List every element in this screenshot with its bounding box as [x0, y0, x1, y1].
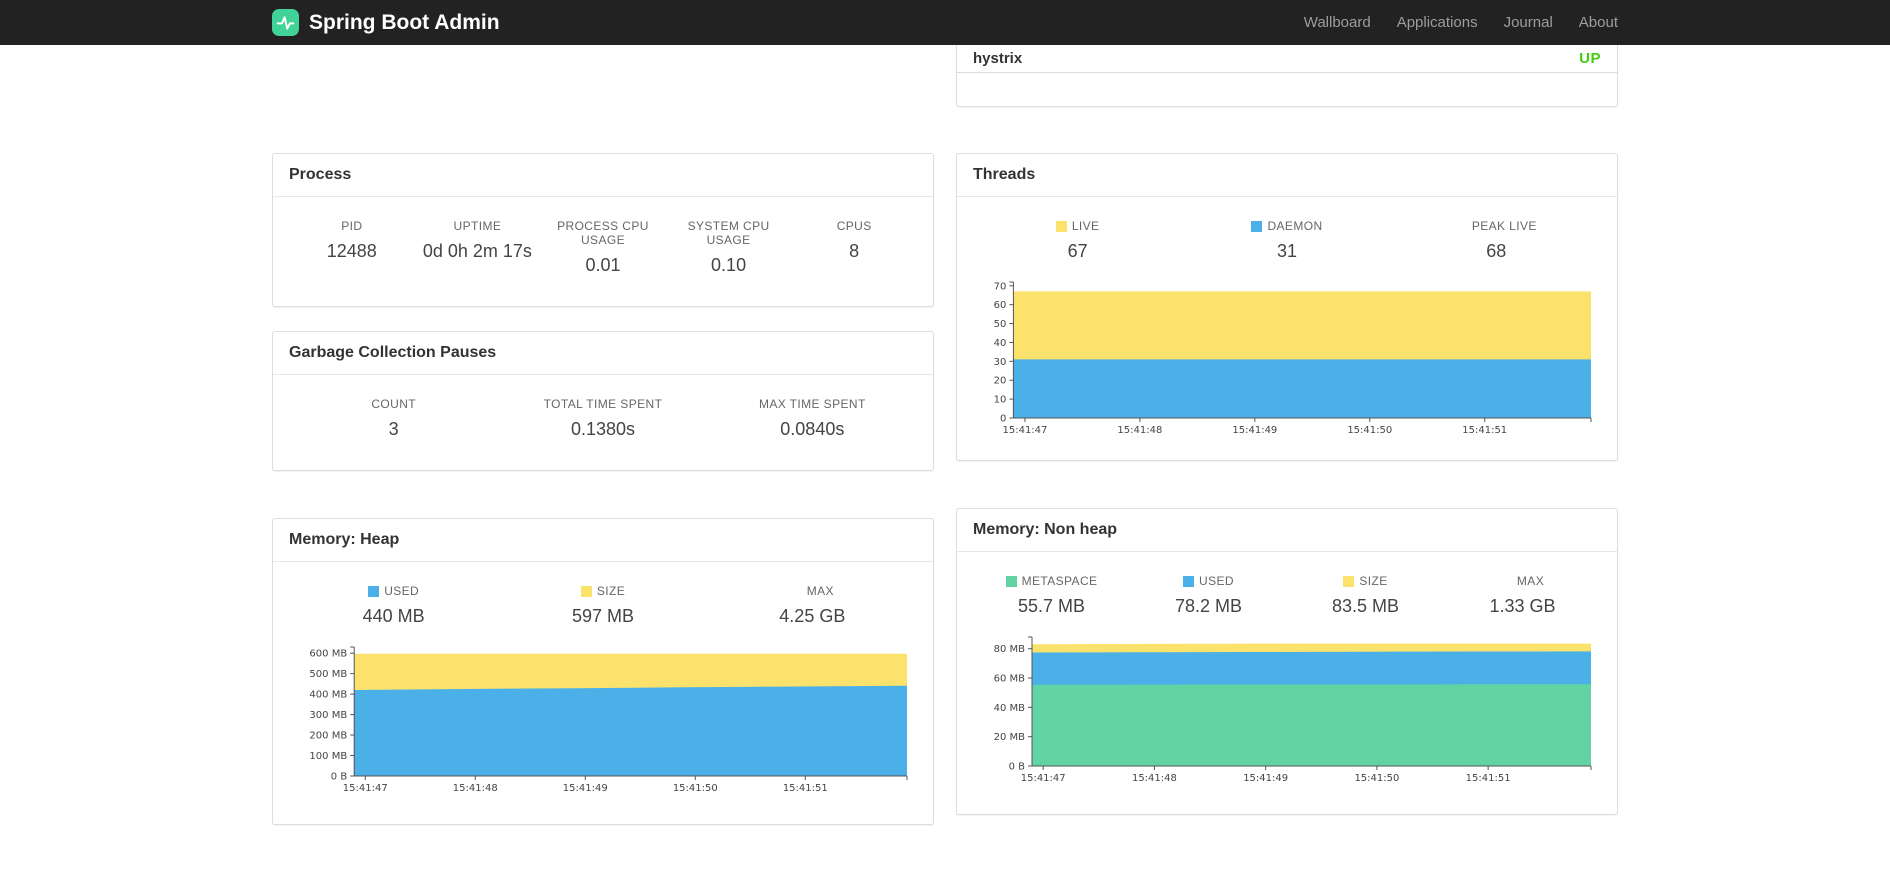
process-stats: PID 12488 UPTIME 0d 0h 2m 17s PROCESS CP… — [273, 197, 933, 306]
status-badge: UP — [1579, 50, 1601, 67]
threads-daemon-swatch-icon — [1251, 220, 1263, 232]
stat-nonheap-size: SIZE 83.5 MB — [1331, 574, 1400, 616]
svg-text:0 B: 0 B — [331, 772, 348, 783]
svg-text:15:41:50: 15:41:50 — [1354, 773, 1399, 784]
svg-text:100 MB: 100 MB — [309, 751, 347, 762]
gc-panel: Garbage Collection Pauses COUNT 3 TOTAL … — [272, 331, 934, 471]
svg-text:15:41:49: 15:41:49 — [1243, 773, 1288, 784]
service-name: hystrix — [973, 50, 1023, 67]
svg-text:70: 70 — [994, 281, 1007, 292]
stat-heap-max: MAX 4.25 GB — [779, 584, 846, 626]
memory-nonheap-chart: 0 B 20 MB 40 MB 60 MB 80 MB 15:41:47 15:41:48 1… — [973, 631, 1601, 786]
svg-text:15:41:48: 15:41:48 — [453, 783, 498, 794]
stat-heap-size: SIZE 597 MB — [571, 584, 635, 626]
svg-text:0 B: 0 B — [1009, 762, 1026, 773]
stat-nonheap-used: USED 78.2 MB — [1174, 574, 1243, 616]
threads-panel-title: Threads — [957, 154, 1617, 197]
svg-text:40: 40 — [994, 338, 1007, 349]
brand-link[interactable]: Spring Boot Admin — [272, 9, 500, 36]
svg-text:15:41:49: 15:41:49 — [563, 783, 608, 794]
left-column: Process PID 12488 UPTIME 0d 0h 2m 17s PR… — [272, 45, 934, 849]
stat-nonheap-max: MAX 1.33 GB — [1489, 574, 1556, 616]
svg-text:30: 30 — [994, 357, 1007, 368]
gc-panel-title: Garbage Collection Pauses — [273, 332, 933, 375]
threads-panel: Threads LIVE 67 DAEMON 31 PEAK LIVE 68 0… — [956, 153, 1618, 461]
svg-text:300 MB: 300 MB — [309, 710, 347, 721]
svg-text:15:41:49: 15:41:49 — [1232, 425, 1277, 436]
health-panel-spacer — [957, 73, 1617, 106]
svg-text:40 MB: 40 MB — [994, 703, 1026, 714]
svg-text:15:41:50: 15:41:50 — [1347, 425, 1392, 436]
svg-text:600 MB: 600 MB — [309, 649, 347, 660]
memory-nonheap-panel: Memory: Non heap METASPACE 55.7 MB USED … — [956, 508, 1618, 815]
process-panel: Process PID 12488 UPTIME 0d 0h 2m 17s PR… — [272, 153, 934, 307]
svg-text:500 MB: 500 MB — [309, 669, 347, 680]
page-content: Process PID 12488 UPTIME 0d 0h 2m 17s PR… — [272, 0, 1618, 849]
stat-uptime: UPTIME 0d 0h 2m 17s — [422, 219, 532, 261]
health-row-hystrix: hystrix UP — [957, 45, 1617, 73]
svg-text:60: 60 — [994, 300, 1007, 311]
svg-text:200 MB: 200 MB — [309, 731, 347, 742]
memory-heap-panel: Memory: Heap USED 440 MB SIZE 597 MB MAX… — [272, 518, 934, 825]
gc-stats: COUNT 3 TOTAL TIME SPENT 0.1380s MAX TIM… — [273, 375, 933, 470]
nonheap-size-swatch-icon — [1343, 575, 1355, 587]
nav-links: Wallboard Applications Journal About — [1291, 14, 1618, 31]
svg-text:15:41:51: 15:41:51 — [783, 783, 828, 794]
stat-threads-peak-live: PEAK LIVE 68 — [1471, 219, 1537, 261]
svg-text:20 MB: 20 MB — [994, 732, 1026, 743]
stat-process-cpu-usage: PROCESS CPU USAGE 0.01 — [557, 219, 649, 275]
svg-text:0: 0 — [1000, 414, 1006, 425]
threads-chart: 0 10 20 30 40 50 60 70 15:41:47 15:41:48 15:41:49 1… — [973, 276, 1601, 438]
nav-item-applications[interactable]: Applications — [1384, 14, 1491, 31]
svg-text:400 MB: 400 MB — [309, 690, 347, 701]
svg-text:50: 50 — [994, 319, 1007, 330]
spring-boot-admin-logo-icon — [272, 9, 299, 36]
memory-nonheap-panel-title: Memory: Non heap — [957, 509, 1617, 552]
nonheap-used-swatch-icon — [1183, 575, 1195, 587]
brand-title: Spring Boot Admin — [309, 10, 500, 34]
svg-text:15:41:50: 15:41:50 — [673, 783, 718, 794]
svg-text:20: 20 — [994, 376, 1007, 387]
svg-text:15:41:48: 15:41:48 — [1117, 425, 1162, 436]
top-navbar: Spring Boot Admin Wallboard Applications… — [0, 0, 1890, 45]
stat-threads-live: LIVE 67 — [973, 219, 1182, 262]
svg-text:15:41:47: 15:41:47 — [1002, 425, 1047, 436]
svg-text:15:41:48: 15:41:48 — [1132, 773, 1177, 784]
nonheap-metaspace-swatch-icon — [1005, 575, 1017, 587]
stat-nonheap-metaspace: METASPACE 55.7 MB — [973, 574, 1130, 617]
svg-text:10: 10 — [994, 395, 1007, 406]
svg-text:60 MB: 60 MB — [994, 674, 1026, 685]
stat-gc-max-time: MAX TIME SPENT 0.0840s — [758, 397, 866, 439]
threads-stats: LIVE 67 DAEMON 31 PEAK LIVE 68 — [957, 197, 1617, 276]
memory-heap-panel-title: Memory: Heap — [273, 519, 933, 562]
threads-live-swatch-icon — [1055, 220, 1067, 232]
stat-gc-total-time: TOTAL TIME SPENT 0.1380s — [543, 397, 663, 439]
right-column: hystrix UP Threads LIVE 67 DAEMON 31 PEA… — [956, 45, 1618, 849]
nav-item-wallboard[interactable]: Wallboard — [1291, 14, 1384, 31]
stat-system-cpu-usage: SYSTEM CPU USAGE 0.10 — [687, 219, 770, 275]
heap-used-swatch-icon — [368, 585, 380, 597]
memory-heap-stats: USED 440 MB SIZE 597 MB MAX 4.25 GB — [273, 562, 933, 641]
heap-size-swatch-icon — [580, 585, 592, 597]
stat-heap-used: USED 440 MB — [362, 584, 425, 626]
svg-text:15:41:51: 15:41:51 — [1462, 425, 1507, 436]
nav-item-about[interactable]: About — [1566, 14, 1618, 31]
svg-text:80 MB: 80 MB — [994, 644, 1026, 655]
process-panel-title: Process — [273, 154, 933, 197]
stat-threads-daemon: DAEMON 31 — [1182, 219, 1391, 262]
svg-text:15:41:47: 15:41:47 — [343, 783, 388, 794]
memory-nonheap-stats: METASPACE 55.7 MB USED 78.2 MB SIZE 83.5… — [957, 552, 1617, 631]
stat-cpus: CPUS 8 — [836, 219, 872, 261]
svg-text:15:41:51: 15:41:51 — [1466, 773, 1511, 784]
memory-heap-chart: 0 B 100 MB 200 MB 300 MB 400 MB 500 MB 600 MB 1… — [289, 641, 917, 796]
svg-text:15:41:47: 15:41:47 — [1021, 773, 1066, 784]
nav-item-journal[interactable]: Journal — [1491, 14, 1566, 31]
health-panel-fragment: hystrix UP — [956, 45, 1618, 107]
stat-pid: PID 12488 — [326, 219, 377, 261]
stat-gc-count: COUNT 3 — [371, 397, 416, 439]
